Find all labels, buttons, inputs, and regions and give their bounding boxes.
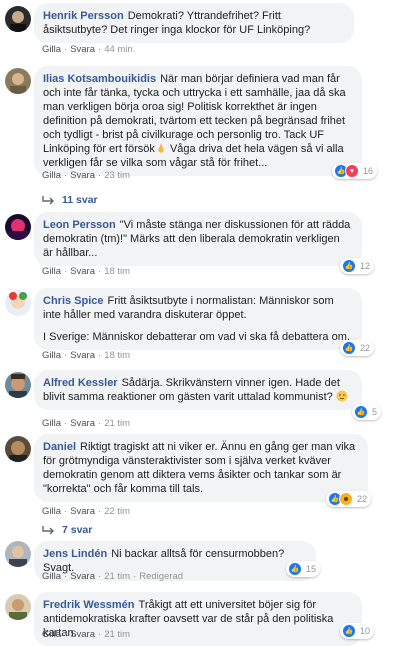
comment-author[interactable]: Leon Persson	[43, 219, 116, 231]
like-button[interactable]: Gilla	[42, 170, 61, 181]
view-replies-link[interactable]: 11 svar	[42, 194, 98, 206]
like-button[interactable]: Gilla	[42, 629, 61, 640]
reaction-summary[interactable]: 👍 10	[340, 623, 375, 639]
comment-actions: Gilla · Svara · 21 tim · Redigerad	[42, 571, 184, 582]
reply-button[interactable]: Svara	[70, 170, 95, 181]
edited-label[interactable]: Redigerad	[139, 571, 183, 582]
comment-bubble: Henrik Persson Demokrati? Yttrandefrihet?…	[34, 3, 354, 43]
comment-bubble: Alfred Kessler Sådärja. Skrikvänstern vin…	[34, 370, 362, 410]
comment-actions: Gilla · Svara · 44 min.	[42, 44, 136, 55]
comment-time[interactable]: 44 min.	[104, 44, 135, 55]
reply-button[interactable]: Svara	[70, 418, 95, 429]
avatar[interactable]	[5, 290, 31, 316]
love-reaction-icon: ♥	[345, 164, 359, 178]
comment-actions: Gilla · Svara · 22 tim	[42, 506, 131, 517]
comment-author[interactable]: Henrik Persson	[43, 10, 124, 22]
haha-reaction-icon: ☻	[339, 492, 353, 506]
like-button[interactable]: Gilla	[42, 418, 61, 429]
like-button[interactable]: Gilla	[42, 44, 61, 55]
avatar[interactable]	[5, 541, 31, 567]
comment-actions: Gilla · Svara · 21 tim	[42, 418, 131, 429]
comment-time[interactable]: 21 tim	[104, 571, 130, 582]
comment-time[interactable]: 18 tim	[104, 266, 130, 277]
comment-author[interactable]: Daniel	[43, 441, 76, 453]
reply-button[interactable]: Svara	[70, 629, 95, 640]
reply-arrow-icon	[42, 196, 54, 205]
like-reaction-icon: 👍	[342, 341, 356, 355]
praying-hands-icon	[157, 143, 164, 153]
like-reaction-icon: 👍	[342, 624, 356, 638]
avatar[interactable]	[5, 372, 31, 398]
like-button[interactable]: Gilla	[42, 571, 61, 582]
comment-text-continued: I Sverige: Människor debatterar om vad v…	[43, 331, 350, 343]
reply-button[interactable]: Svara	[70, 44, 95, 55]
like-button[interactable]: Gilla	[42, 350, 61, 361]
like-reaction-icon: 👍	[288, 562, 302, 576]
comment-bubble: Chris Spice Fritt åsiktsutbyte i normalis…	[34, 288, 362, 350]
reply-arrow-icon	[42, 526, 54, 535]
comment-actions: Gilla · Svara · 21 tim	[42, 629, 131, 640]
comment-author[interactable]: Alfred Kessler	[43, 377, 118, 389]
like-reaction-icon: 👍	[342, 259, 356, 273]
reply-button[interactable]: Svara	[70, 571, 95, 582]
reply-button[interactable]: Svara	[70, 506, 95, 517]
reaction-summary[interactable]: 👍 ♥ 16	[332, 163, 378, 179]
reaction-summary[interactable]: 👍 22	[340, 340, 375, 356]
comment-bubble: Leon Persson "Vi måste stänga ner diskuss…	[34, 212, 362, 266]
avatar[interactable]	[5, 594, 31, 620]
comment-time[interactable]: 21 tim	[104, 418, 130, 429]
comment-actions: Gilla · Svara · 18 tim	[42, 266, 131, 277]
comment-author[interactable]: Fredrik Wessmén	[43, 599, 135, 611]
like-button[interactable]: Gilla	[42, 266, 61, 277]
reaction-summary[interactable]: 👍 12	[340, 258, 375, 274]
avatar[interactable]	[5, 214, 31, 240]
comment-author[interactable]: Ilias Kotsambouikidis	[43, 73, 156, 85]
avatar[interactable]	[5, 436, 31, 462]
reaction-summary[interactable]: 👍 15	[286, 561, 321, 577]
comment-time[interactable]: 23 tim	[104, 170, 130, 181]
comment-bubble: Daniel Riktigt tragiskt att ni viker er. …	[34, 434, 368, 502]
avatar[interactable]	[5, 6, 31, 32]
comment-bubble: Ilias Kotsambouikidis När man börjar defi…	[34, 66, 362, 176]
reaction-summary[interactable]: 👍 5	[352, 404, 382, 420]
reply-button[interactable]: Svara	[70, 350, 95, 361]
like-button[interactable]: Gilla	[42, 506, 61, 517]
view-replies-link[interactable]: 7 svar	[42, 524, 92, 536]
reaction-summary[interactable]: 👍 ☻ 22	[326, 491, 372, 507]
comment-time[interactable]: 21 tim	[104, 629, 130, 640]
comment-text: Riktigt tragiskt att ni viker er. Ännu e…	[43, 441, 356, 495]
comment-author[interactable]: Chris Spice	[43, 295, 104, 307]
comment-actions: Gilla · Svara · 18 tim	[42, 350, 131, 361]
thinking-face-icon	[336, 390, 348, 402]
comment-actions: Gilla · Svara · 23 tim	[42, 170, 131, 181]
avatar[interactable]	[5, 68, 31, 94]
comment-time[interactable]: 18 tim	[104, 350, 130, 361]
like-reaction-icon: 👍	[354, 405, 368, 419]
reply-button[interactable]: Svara	[70, 266, 95, 277]
comment-author[interactable]: Jens Lindén	[43, 548, 107, 560]
comment-time[interactable]: 22 tim	[104, 506, 130, 517]
